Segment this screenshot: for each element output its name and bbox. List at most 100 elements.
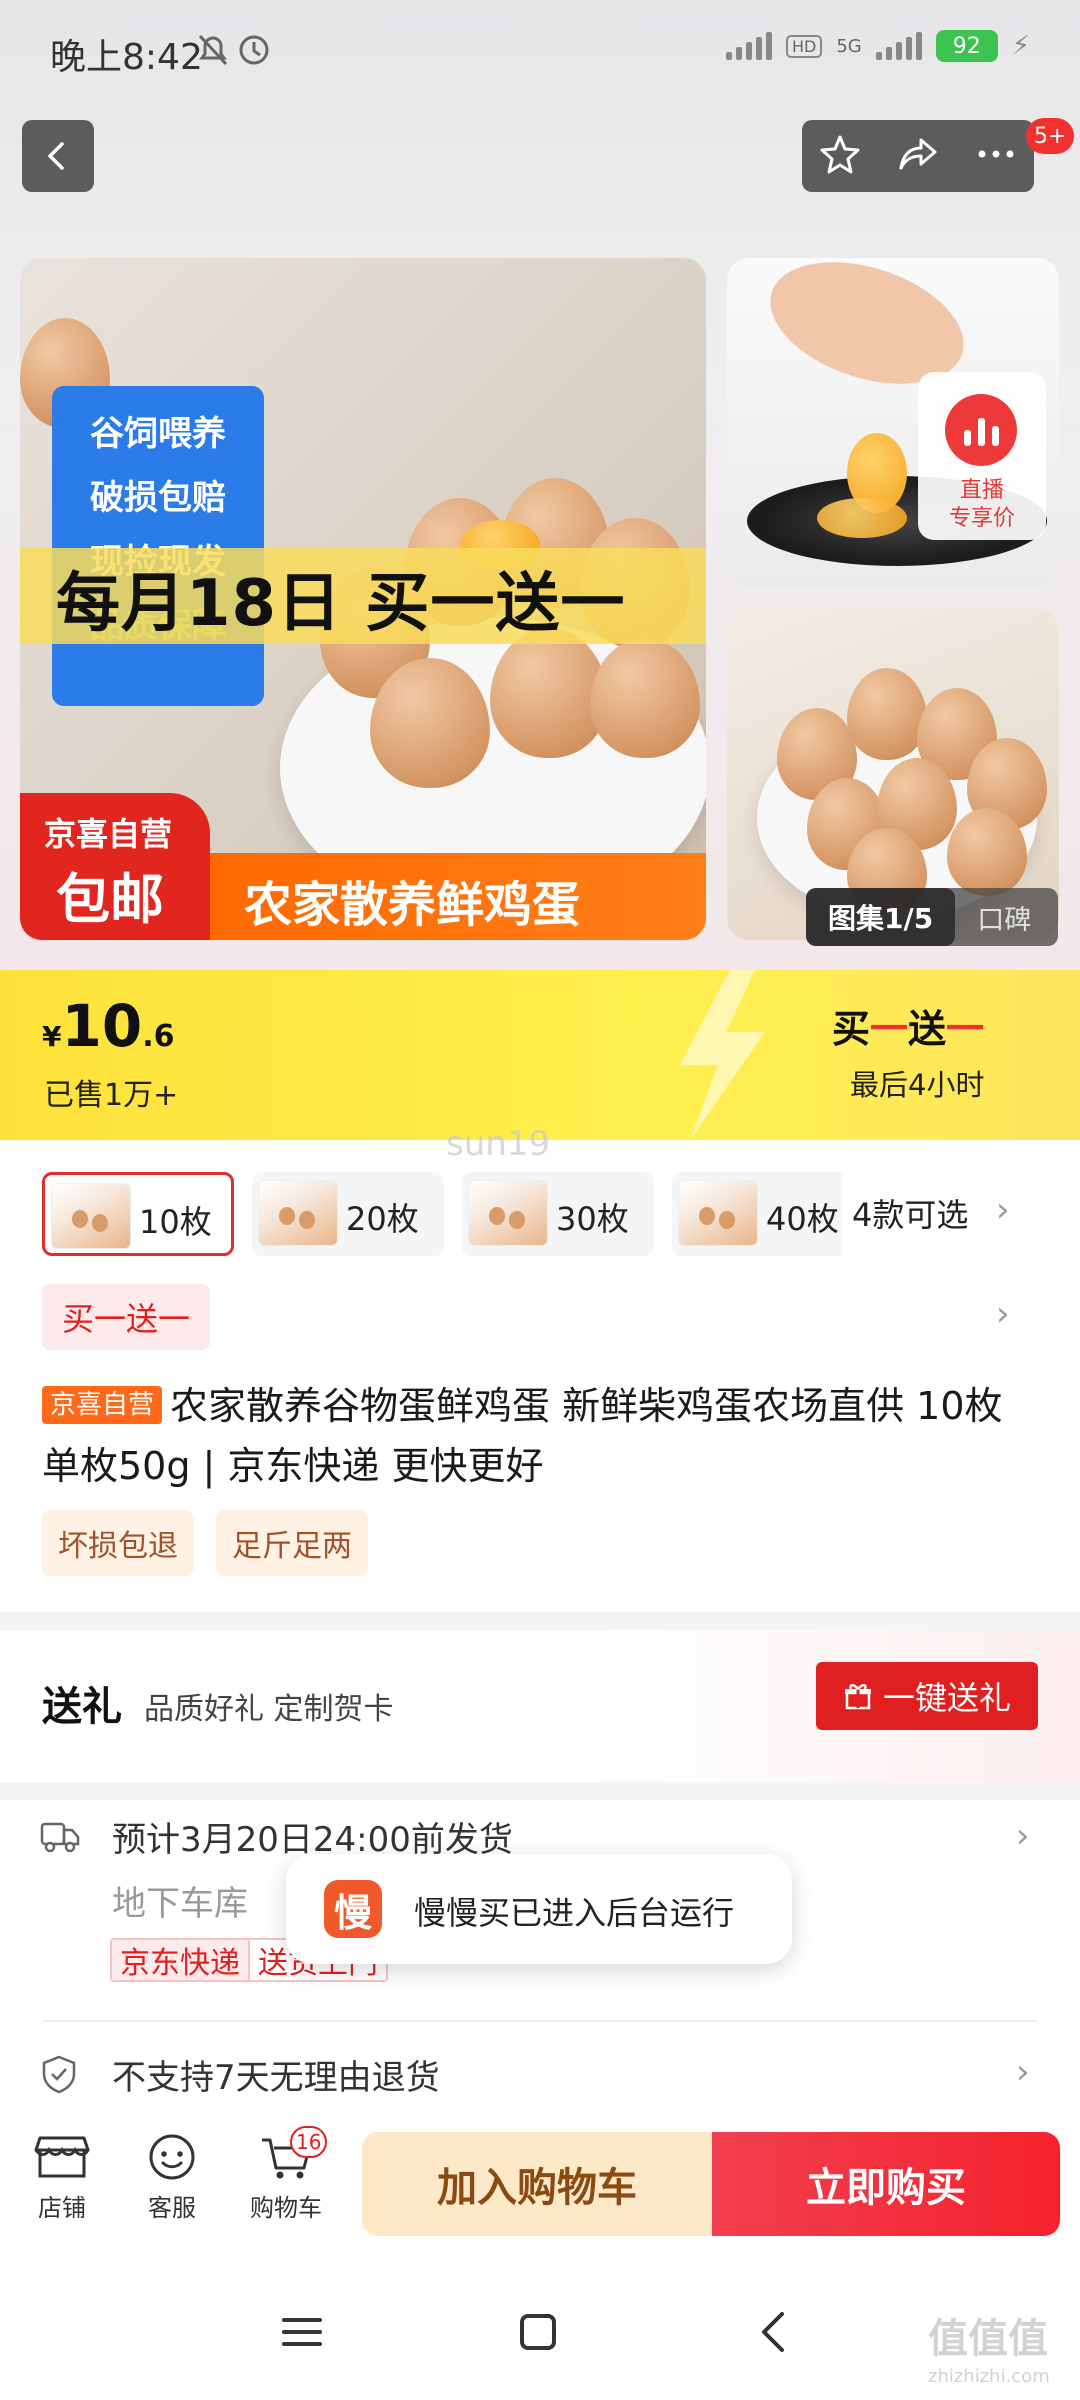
price-currency: ¥ — [42, 1020, 62, 1053]
price-integer: 10 — [61, 992, 143, 1060]
nav-service-label: 客服 — [148, 2194, 196, 2222]
egg-graphic — [947, 808, 1027, 896]
send-gift-label: 一键送礼 — [882, 1679, 1011, 1717]
shipping-tag: 京东快递 — [112, 1940, 250, 1981]
status-right-icons: HD 5G 92 ⚡ — [725, 30, 1030, 62]
shield-icon — [42, 2055, 76, 2094]
send-gift-button[interactable]: 一键送礼 — [816, 1662, 1038, 1730]
service-tag[interactable]: 坏损包退 — [42, 1510, 194, 1576]
badge-line-2: 包邮 — [56, 868, 164, 931]
sku-label: 20枚 — [346, 1200, 419, 1238]
more-button[interactable] — [974, 132, 1018, 180]
chevron-right-icon[interactable]: › — [996, 1294, 1010, 1334]
signal-icon — [725, 32, 772, 60]
system-navigation-bar — [0, 2262, 1080, 2400]
promo-char: 一 — [946, 1007, 985, 1051]
status-bar: 晚上8:42 HD 5G 92 ⚡ — [0, 0, 1080, 100]
service-tag[interactable]: 足斤足两 — [216, 1510, 368, 1576]
gift-section: 送礼 品质好礼 定制贺卡 一键送礼 — [0, 1630, 1080, 1782]
charging-icon: ⚡ — [1011, 31, 1030, 61]
self-operated-badge: 京喜自营 包邮 — [20, 793, 210, 940]
return-policy[interactable]: 不支持7天无理由退货 — [112, 2050, 440, 2099]
price: ¥10.6 — [42, 992, 174, 1060]
promo-tag[interactable]: 买一送一 — [42, 1284, 211, 1350]
status-time: 晚上8:42 — [50, 37, 203, 78]
sku-thumbnail — [678, 1180, 758, 1246]
gift-title: 送礼 — [42, 1684, 122, 1730]
gift-subtitle: 品质好礼 定制贺卡 — [144, 1692, 394, 1727]
bell-off-icon — [198, 34, 269, 66]
egg-graphic — [590, 638, 700, 758]
tab-reviews[interactable]: 口碑 — [955, 898, 1031, 937]
nav-store-label: 店铺 — [38, 2194, 86, 2222]
feature-tags: 谷饲喂养 破损包赔 现捡现发 品质保障 — [52, 386, 264, 706]
favorite-button[interactable] — [818, 132, 862, 180]
bottom-action-bar: 店铺 客服 16 购物车 加入购物车 立即购买 — [0, 2112, 1080, 2262]
add-to-cart-button[interactable]: 加入购物车 — [362, 2132, 712, 2236]
tab-gallery[interactable]: 图集1/5 — [806, 888, 956, 946]
watermark: sun19 — [446, 1124, 551, 1164]
banner-strip: 农家散养鲜鸡蛋 — [210, 853, 706, 940]
promo-title: 买一送一 — [832, 998, 984, 1053]
cart-count-badge: 16 — [290, 2126, 328, 2158]
gift-icon — [844, 1684, 871, 1710]
system-back-button[interactable] — [734, 2302, 814, 2362]
nav-cart[interactable]: 16 购物车 — [236, 2126, 336, 2223]
recent-apps-button[interactable] — [262, 2302, 342, 2362]
live-stream-button[interactable]: 直播 专享价 — [918, 372, 1046, 540]
live-icon — [945, 394, 1017, 466]
site-watermark-domain: zhizhizhi.com — [928, 2366, 1050, 2387]
mute-alarm-icons — [196, 30, 276, 78]
sku-option[interactable]: 10枚 — [42, 1172, 234, 1256]
sku-label: 30枚 — [556, 1200, 629, 1238]
hd-icon: HD — [785, 34, 823, 58]
price-band: ¥10.6 已售1万+ 买一送一 最后4小时 — [0, 970, 1080, 1140]
promo-char: 一 — [870, 1007, 909, 1051]
nav-store[interactable]: 店铺 — [12, 2132, 112, 2223]
site-watermark-logo: 值值值 — [928, 2316, 1048, 2362]
main-product-image[interactable]: 谷饲喂养 破损包赔 现捡现发 品质保障 每月18日 买一送一 京喜自营 包邮 农… — [20, 258, 706, 940]
yolk-graphic — [817, 498, 907, 538]
product-title: 京喜自营 农家散养谷物蛋鲜鸡蛋 新鲜柴鸡蛋农场直供 10枚 单枚50g | 京东快… — [42, 1376, 1042, 1496]
back-arrow-icon — [762, 2312, 784, 2352]
chevron-right-icon[interactable]: › — [1016, 2052, 1030, 2092]
section-divider — [0, 1782, 1080, 1800]
truck-icon — [40, 1822, 80, 1853]
toast-text: 慢慢买已进入后台运行 — [414, 1894, 735, 1932]
service-tags: 坏损包退 足斤足两 — [42, 1510, 368, 1576]
more-sku-button[interactable]: 4款可选 — [852, 1190, 968, 1236]
chevron-right-icon[interactable]: › — [1016, 1816, 1030, 1856]
feature-tag: 破损包赔 — [90, 478, 226, 518]
back-button[interactable] — [22, 120, 94, 192]
feature-tag: 谷饲喂养 — [90, 414, 226, 454]
star-icon — [820, 135, 860, 174]
notification-badge: 5+ — [1026, 118, 1075, 154]
more-dots-icon — [978, 150, 1014, 158]
sku-option[interactable]: 30枚 — [462, 1172, 654, 1256]
share-icon — [899, 138, 937, 170]
sku-thumbnail — [51, 1183, 131, 1249]
chevron-right-icon[interactable]: › — [996, 1190, 1010, 1230]
home-button[interactable] — [498, 2302, 578, 2362]
chat-icon — [149, 2134, 195, 2180]
sku-option[interactable]: 40枚 — [672, 1172, 842, 1256]
nav-service[interactable]: 客服 — [122, 2132, 222, 2223]
promo-headline: 每月18日 买一送一 — [56, 567, 626, 641]
sku-option[interactable]: 20枚 — [252, 1172, 444, 1256]
badge-line-1: 京喜自营 — [44, 815, 173, 853]
chevron-left-icon — [48, 142, 64, 170]
nav-cart-label: 购物车 — [250, 2194, 322, 2222]
sku-selector: 10枚 20枚 30枚 40枚 — [42, 1172, 842, 1256]
share-button[interactable] — [895, 132, 941, 180]
sku-label: 10枚 — [139, 1203, 212, 1241]
app-icon: 慢 — [324, 1880, 382, 1938]
gallery-tabs: 图集1/5 口碑 — [806, 888, 1058, 946]
buy-now-button[interactable]: 立即购买 — [712, 2132, 1060, 2236]
egg-graphic — [847, 668, 927, 760]
shipping-address[interactable]: 地下车库 — [112, 1876, 248, 1925]
section-divider — [0, 1612, 1080, 1630]
sku-thumbnail — [258, 1180, 338, 1246]
promo-char: 买 — [832, 1007, 871, 1051]
banner-text: 农家散养鲜鸡蛋 — [244, 877, 581, 933]
sku-thumbnail — [468, 1180, 548, 1246]
